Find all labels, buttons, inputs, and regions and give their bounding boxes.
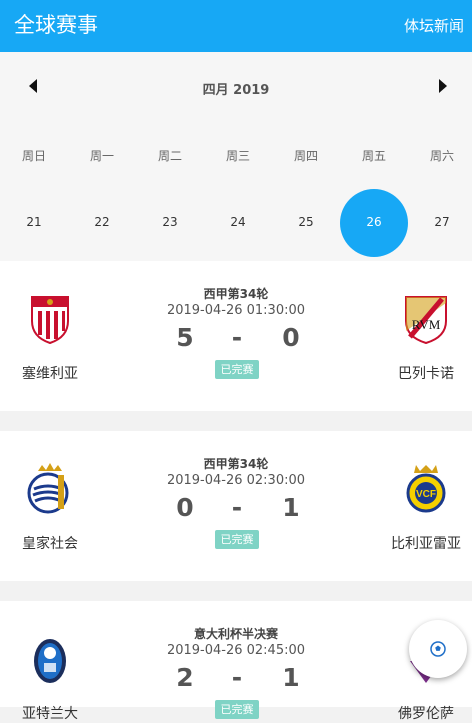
match-status-badge: 已完赛 [215,530,259,549]
home-score: 5 [176,323,194,352]
match-card[interactable]: 意大利杯半决赛 2019-04-26 02:45:00 2 - 1 已完赛 亚特… [0,601,472,722]
weekday-sat: 周六 [429,149,454,163]
day-cell[interactable]: 21 [0,215,68,229]
home-team-name: 亚特兰大 [22,706,78,722]
floating-action-button[interactable] [409,620,467,678]
month-label: 四月 2019 [202,83,270,98]
calendar: 四月 2019 周日 周一 周二 周三 周四 周五 周六 21 22 23 24… [0,52,472,261]
away-score: 1 [282,493,300,522]
home-score: 2 [176,663,194,692]
soccer-ball-icon [430,641,446,657]
day-cell[interactable]: 24 [204,215,272,229]
app-title: 全球赛事 [14,13,98,37]
weekday-mon: 周一 [89,149,114,163]
score-separator: - [231,663,243,692]
away-team-name: 佛罗伦萨 [398,706,454,722]
away-score: 0 [282,323,300,352]
score-separator: - [231,493,243,522]
match-status-badge: 已完赛 [215,700,259,719]
weekday-sun: 周日 [21,149,46,163]
match-card[interactable]: 西甲第34轮 2019-04-26 01:30:00 5 - 0 已完赛 塞维利… [0,261,472,411]
weekday-tue: 周二 [157,149,182,163]
weekday-thu: 周四 [293,149,318,163]
home-score: 0 [176,493,194,522]
match-card[interactable]: 西甲第34轮 2019-04-26 02:30:00 0 - 1 已完赛 皇家社… [0,431,472,581]
sports-news-link[interactable]: 体坛新闻 [404,16,464,36]
villarreal-logo-icon: VCF [406,465,446,513]
weekday-fri: 周五 [361,149,386,163]
svg-text:RVM: RVM [412,317,441,332]
away-team-name: 巴列卡诺 [398,366,454,382]
day-cell-selected[interactable]: 26 [340,215,408,229]
away-team-name: 比利亚雷亚 [391,536,461,552]
weekday-wed: 周三 [225,149,250,163]
day-cell[interactable]: 27 [408,215,472,229]
home-team-name: 皇家社会 [22,536,78,552]
svg-text:VCF: VCF [416,489,436,500]
match-status-badge: 已完赛 [215,360,259,379]
next-month-icon[interactable] [439,79,447,93]
away-score: 1 [282,663,300,692]
rayo-vallecano-logo-icon: RVM [405,296,447,345]
day-cell[interactable]: 25 [272,215,340,229]
home-team-name: 塞维利亚 [22,366,78,382]
day-cell[interactable]: 22 [68,215,136,229]
day-cell[interactable]: 23 [136,215,204,229]
app-header: 全球赛事 体坛新闻 [0,0,472,52]
score-separator: - [231,323,243,352]
